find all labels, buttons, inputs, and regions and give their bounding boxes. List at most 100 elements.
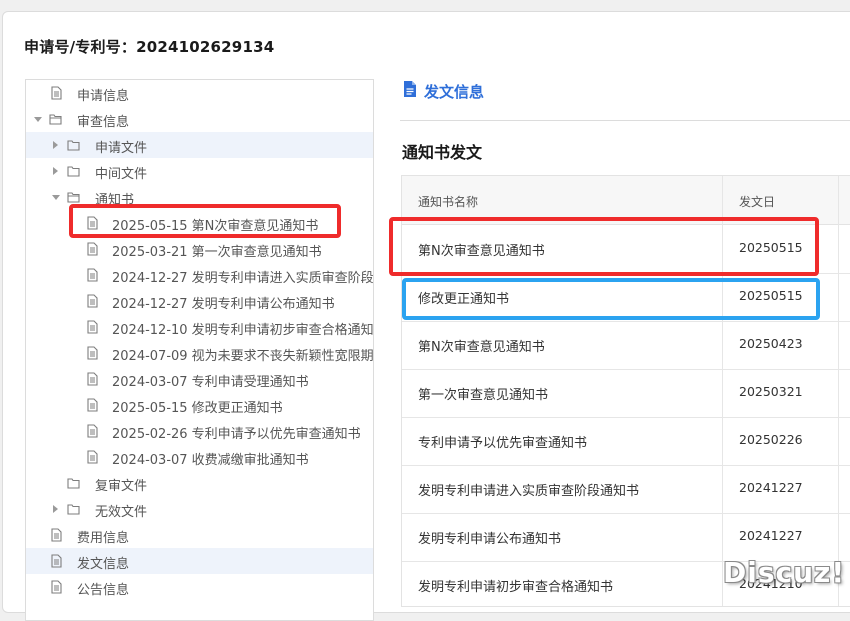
- column-divider: [722, 176, 723, 606]
- navigation-tree: 申请信息 审查信息 申请文件 中间文件 通知书 2025-05-15 第N次审查…: [25, 79, 374, 621]
- tree-item-application-info[interactable]: 申请信息: [26, 80, 373, 106]
- tree-item-announcement-info[interactable]: 公告信息: [26, 574, 373, 600]
- folder-icon: [67, 476, 81, 490]
- tree-item-label: 2024-12-27 发明专利申请公布通知书: [112, 297, 335, 312]
- tree-item-notice[interactable]: 2025-03-21 第一次审查意见通知书: [26, 236, 373, 262]
- tree-item-label: 2024-03-07 专利申请受理通知书: [112, 375, 309, 390]
- cell-notice-name: 第N次审查意见通知书: [418, 244, 545, 259]
- discuz-watermark: Discuz!: [723, 556, 846, 589]
- subsection-title: 通知书发文: [402, 143, 483, 162]
- section-title: 发文信息: [424, 82, 485, 101]
- tree-item-invalidation-files[interactable]: 无效文件: [26, 496, 373, 522]
- tree-item-label: 申请信息: [77, 89, 130, 104]
- tree-item-intermediate-files[interactable]: 中间文件: [26, 158, 373, 184]
- document-icon: [85, 216, 99, 230]
- page-title: 申请号/专利号：2024102629134: [24, 38, 275, 56]
- table-row[interactable]: 第N次审查意见通知书 20250423: [402, 321, 850, 370]
- table-row[interactable]: 修改更正通知书 20250515: [402, 273, 850, 322]
- tree-item-fee-info[interactable]: 费用信息: [26, 522, 373, 548]
- folder-icon: [67, 164, 81, 178]
- tree-item-label: 2024-07-09 视为未要求不丧失新颖性宽限期声明通知书: [112, 349, 374, 364]
- tree-item-label: 2025-05-15 第N次审查意见通知书: [112, 219, 319, 234]
- folder-icon: [67, 502, 81, 516]
- tree-item-label: 无效文件: [95, 505, 148, 520]
- tree-item-notice[interactable]: 2025-05-15 第N次审查意见通知书: [26, 210, 373, 236]
- caret-right-icon[interactable]: [53, 505, 58, 513]
- tree-item-notice[interactable]: 2024-03-07 收费减缴审批通知书: [26, 444, 373, 470]
- document-icon: [49, 86, 63, 100]
- cell-dispatch-date: 20250226: [739, 432, 803, 447]
- tree-item-notice[interactable]: 2025-05-15 修改更正通知书: [26, 392, 373, 418]
- cell-notice-name: 专利申请予以优先审查通知书: [418, 436, 588, 451]
- document-icon: [85, 424, 99, 438]
- cell-notice-name: 发明专利申请初步审查合格通知书: [418, 580, 614, 595]
- cell-dispatch-date: 20250515: [739, 240, 803, 255]
- table-header: 通知书名称 发文日: [402, 176, 850, 225]
- tree-item-notices[interactable]: 通知书: [26, 184, 373, 210]
- tree-item-reexamination-files[interactable]: 复审文件: [26, 470, 373, 496]
- tree-item-label: 发文信息: [77, 557, 130, 572]
- tree-item-label: 2024-12-27 发明专利申请进入实质审查阶段通知书: [112, 271, 374, 286]
- tree-item-notice[interactable]: 2025-02-26 专利申请予以优先审查通知书: [26, 418, 373, 444]
- tree-item-label: 公告信息: [77, 583, 130, 598]
- tree-item-notice[interactable]: 2024-12-27 发明专利申请进入实质审查阶段通知书: [26, 262, 373, 288]
- tree-item-application-files[interactable]: 申请文件: [26, 132, 373, 158]
- caret-down-icon[interactable]: [52, 195, 60, 200]
- tree-item-notice[interactable]: 2024-12-27 发明专利申请公布通知书: [26, 288, 373, 314]
- document-icon: [85, 294, 99, 308]
- column-divider: [838, 176, 839, 606]
- cell-notice-name: 第一次审查意见通知书: [418, 388, 549, 403]
- divider: [400, 120, 850, 121]
- cell-dispatch-date: 20250321: [739, 384, 803, 399]
- document-icon: [85, 372, 99, 386]
- cell-notice-name: 修改更正通知书: [418, 292, 510, 307]
- column-header-dispatch-date[interactable]: 发文日: [739, 193, 775, 210]
- tree-item-notice[interactable]: 2024-12-10 发明专利申请初步审查合格通知书: [26, 314, 373, 340]
- document-icon: [49, 580, 63, 594]
- tree-item-label: 通知书: [95, 193, 135, 208]
- tree-item-label: 2024-12-10 发明专利申请初步审查合格通知书: [112, 323, 374, 338]
- cell-notice-name: 第N次审查意见通知书: [418, 340, 545, 355]
- table-row[interactable]: 发明专利申请公布通知书 20241227: [402, 513, 850, 562]
- table-row[interactable]: 第N次审查意见通知书 20250515: [402, 225, 850, 274]
- table-row[interactable]: 专利申请予以优先审查通知书 20250226: [402, 417, 850, 466]
- tree-item-label: 申请文件: [95, 141, 148, 156]
- tree-item-label: 2025-03-21 第一次审查意见通知书: [112, 245, 322, 260]
- folder-icon: [67, 138, 81, 152]
- notice-table: 通知书名称 发文日 第N次审查意见通知书 20250515 修改更正通知书 20…: [401, 175, 850, 607]
- caret-right-icon[interactable]: [53, 167, 58, 175]
- cell-dispatch-date: 20250515: [739, 288, 803, 303]
- document-icon: [85, 268, 99, 282]
- folder-open-icon: [67, 190, 81, 204]
- tree-item-dispatch-info[interactable]: 发文信息: [26, 548, 373, 574]
- tree-item-notice[interactable]: 2024-07-09 视为未要求不丧失新颖性宽限期声明通知书: [26, 340, 373, 366]
- folder-open-icon: [49, 112, 63, 126]
- document-icon: [85, 242, 99, 256]
- column-header-notice-name[interactable]: 通知书名称: [418, 193, 478, 210]
- cell-dispatch-date: 20241227: [739, 528, 803, 543]
- section-heading: 发文信息: [402, 80, 484, 102]
- document-icon: [85, 346, 99, 360]
- caret-down-icon[interactable]: [34, 117, 42, 122]
- document-icon: [85, 398, 99, 412]
- tree-item-label: 复审文件: [95, 479, 148, 494]
- cell-dispatch-date: 20250423: [739, 336, 803, 351]
- cell-notice-name: 发明专利申请进入实质审查阶段通知书: [418, 484, 640, 499]
- tree-item-label: 费用信息: [77, 531, 130, 546]
- tree-item-label: 中间文件: [95, 167, 148, 182]
- cell-dispatch-date: 20241227: [739, 480, 803, 495]
- document-icon: [49, 554, 63, 568]
- table-row[interactable]: 第一次审查意见通知书 20250321: [402, 369, 850, 418]
- tree-item-label: 2025-05-15 修改更正通知书: [112, 401, 283, 416]
- document-icon: [85, 320, 99, 334]
- tree-item-notice[interactable]: 2024-03-07 专利申请受理通知书: [26, 366, 373, 392]
- document-icon: [49, 528, 63, 542]
- caret-right-icon[interactable]: [53, 141, 58, 149]
- tree-item-label: 2025-02-26 专利申请予以优先审查通知书: [112, 427, 361, 442]
- cell-notice-name: 发明专利申请公布通知书: [418, 532, 562, 547]
- tree-item-examination-info[interactable]: 审查信息: [26, 106, 373, 132]
- tree-item-label: 审查信息: [77, 115, 130, 130]
- table-row[interactable]: 发明专利申请进入实质审查阶段通知书 20241227: [402, 465, 850, 514]
- tree-item-label: 2024-03-07 收费减缴审批通知书: [112, 453, 309, 468]
- document-filled-icon: [402, 80, 418, 102]
